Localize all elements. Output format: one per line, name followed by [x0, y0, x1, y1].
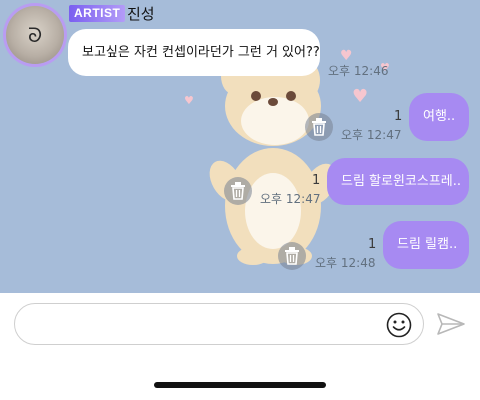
message-time: 오후 12:46 — [328, 64, 389, 78]
outgoing-message-bubble[interactable]: 여행.. — [409, 93, 469, 141]
delete-message-button[interactable] — [305, 113, 333, 141]
delete-message-button[interactable] — [224, 177, 252, 205]
outgoing-message-bubble[interactable]: 드림 릴캠.. — [383, 221, 469, 269]
heart-icon: ♥ — [184, 94, 194, 107]
bear-sticker — [209, 66, 337, 265]
message-time: 오후 12:48 — [315, 256, 376, 270]
heart-icon: ♥ — [340, 48, 353, 64]
artist-avatar[interactable]: ᘐ — [6, 6, 64, 64]
heart-icon: ♥ — [352, 86, 369, 107]
artist-badge: ARTIST — [69, 5, 126, 22]
unread-count: 1 — [368, 237, 377, 252]
avatar-image: ᘐ — [27, 23, 43, 47]
message-input[interactable] — [14, 303, 424, 345]
message-time: 오후 12:47 — [260, 192, 321, 206]
trash-icon — [231, 182, 245, 200]
trash-icon — [285, 247, 299, 265]
artist-name: 진성 — [127, 5, 155, 23]
unread-count: 1 — [312, 173, 321, 188]
message-time: 오후 12:47 — [341, 128, 402, 142]
outgoing-message-bubble[interactable]: 드림 할로윈코스프레.. — [327, 158, 469, 205]
chat-area: ♥ ♥ ♥ ♥ ᘐ ARTIST 진성 보고싶은 자컨 컨셉이라던가 그런 거 … — [0, 0, 480, 293]
incoming-message-bubble[interactable]: 보고싶은 자컨 컨셉이라던가 그런 거 있어?? — [68, 29, 320, 76]
delete-message-button[interactable] — [278, 242, 306, 270]
paper-plane-icon[interactable] — [436, 310, 466, 338]
unread-count: 1 — [394, 109, 403, 124]
smiley-icon[interactable] — [386, 312, 412, 338]
trash-icon — [312, 118, 326, 136]
home-indicator — [154, 382, 326, 388]
